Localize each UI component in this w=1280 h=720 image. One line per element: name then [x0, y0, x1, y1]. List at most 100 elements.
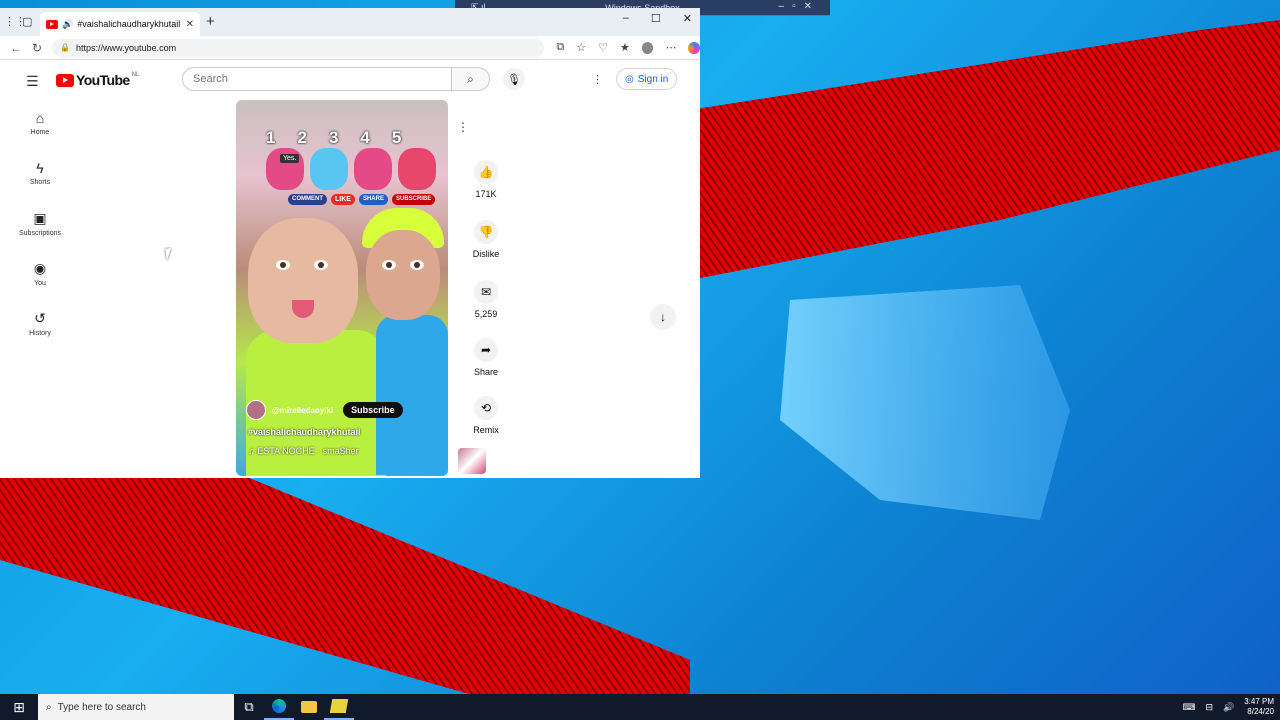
audio-playing-icon[interactable]: 🔊 [62, 19, 73, 30]
countdown-number: 2 [297, 128, 307, 147]
keyboard-icon[interactable]: ⌨ [1182, 702, 1195, 713]
edge-icon [272, 699, 286, 713]
video-frame-eye [314, 260, 328, 270]
search-input[interactable]: Search [182, 67, 452, 91]
sandbox-close-button[interactable]: ✕ [804, 1, 812, 12]
video-more-icon[interactable]: ⋮ [457, 120, 469, 134]
video-hashtag[interactable]: #vaishalichaudharykhutail [248, 427, 361, 437]
account-icon: ◎ [625, 73, 634, 85]
comments-button[interactable]: ✉ 5,259 [456, 280, 516, 319]
sandbox-minimize-button[interactable]: – [779, 1, 785, 12]
menu-icon[interactable]: ☰ [26, 73, 39, 90]
countdown-number: 3 [328, 128, 339, 147]
search-button[interactable]: ⌕ [452, 67, 490, 91]
remix-label: Remix [473, 425, 499, 435]
volume-icon[interactable]: 🔊 [1223, 702, 1234, 713]
shorts-icon: ϟ [36, 160, 44, 176]
music-track[interactable]: ♫ ESTA NOCHE · smaSher [248, 446, 359, 456]
sign-in-label: Sign in [637, 73, 669, 85]
like-count: 171K [475, 189, 497, 199]
countdown-numbers: 1 2 3 4 5 [266, 128, 401, 148]
youtube-header: ☰ YouTube NL Search ⌕ 🎙 ⋮ ◎ Sign in [0, 60, 700, 98]
start-button[interactable]: ⊞ [0, 694, 38, 720]
sandbox-taskbar-button[interactable] [324, 694, 354, 720]
remix-button[interactable]: ⟲ Remix [456, 396, 516, 435]
browser-maximize-button[interactable]: ☐ [651, 12, 661, 25]
extensions-icon[interactable]: ⧉ [556, 41, 564, 54]
like-sticker: LIKE [331, 194, 355, 205]
channel-avatar[interactable] [246, 400, 266, 420]
tab-title: #vaishalichaudharykhutail - [77, 19, 182, 29]
thumbs-up-icon: 👍 [474, 160, 498, 184]
youtube-favicon-icon [46, 19, 58, 29]
new-tab-button[interactable]: + [206, 13, 215, 30]
network-icon[interactable]: ⊟ [1205, 702, 1213, 713]
subscribe-button[interactable]: Subscribe [343, 402, 403, 418]
you-icon: ◉ [33, 260, 47, 276]
sidebar-item-label: Subscriptions [18, 230, 62, 237]
settings-kebab-icon[interactable]: ⋮ [592, 73, 603, 86]
clock-date: 8/24/20 [1247, 707, 1274, 716]
channel-name[interactable]: @mirelledaoyiki [272, 406, 333, 415]
channel-row: @mirelledaoyiki Subscribe [246, 400, 403, 420]
next-short-button[interactable]: ↓ [650, 304, 676, 330]
voice-search-button[interactable]: 🎙 [503, 68, 525, 90]
tab-youtube[interactable]: 🔊 #vaishalichaudharykhutail - ✕ [40, 12, 200, 36]
comment-sticker: COMMENT [288, 194, 327, 205]
yes-tag: Yes. [280, 154, 300, 163]
sidebar-item-shorts[interactable]: ϟ Shorts [0, 160, 80, 186]
share-button[interactable]: ➦ Share [456, 338, 516, 377]
video-frame-face-a [248, 218, 358, 343]
file-explorer-button[interactable] [294, 694, 324, 720]
copilot-icon[interactable] [688, 41, 701, 54]
like-button[interactable]: 👍 171K [456, 160, 516, 199]
subscribe-sticker: SUBSCRIBE [391, 194, 436, 205]
history-icon: ↺ [34, 310, 46, 326]
browser-close-button[interactable]: ✕ [683, 12, 692, 25]
taskbar: ⊞ ⌕ Type here to search ⧉ ⌨ ⊟ 🔊 3:47 PM … [0, 694, 1280, 720]
youtube-play-icon [56, 73, 74, 87]
more-menu-icon[interactable]: ⋯ [665, 41, 676, 54]
video-frame-person-b [376, 315, 448, 475]
url-text: https://www.youtube.com [76, 42, 177, 53]
music-track-label: ESTA NOCHE · smaSher [257, 446, 359, 456]
edge-taskbar-button[interactable] [264, 694, 294, 720]
taskbar-search-placeholder: Type here to search [57, 701, 146, 713]
clock[interactable]: 3:47 PM 8/24/20 [1244, 697, 1274, 717]
countdown-number: 1 [266, 128, 276, 147]
sandbox-restore-button[interactable]: ▫ [792, 1, 796, 12]
address-bar[interactable]: 🔒 https://www.youtube.com [52, 38, 545, 57]
subscriptions-icon: ▣ [33, 210, 47, 226]
music-note-icon: ♫ [248, 446, 255, 456]
workspaces-icon[interactable]: ▢ [22, 15, 32, 28]
tab-strip: ⋮⋮ ▢ 🔊 #vaishalichaudharykhutail - ✕ + –… [0, 8, 700, 36]
refresh-icon[interactable]: ↻ [32, 41, 42, 55]
youtube-logo[interactable]: YouTube NL [56, 72, 139, 88]
sign-in-button[interactable]: ◎ Sign in [616, 68, 678, 90]
sidebar-item-you[interactable]: ◉ You [0, 260, 80, 287]
sidebar-item-label: Home [30, 129, 50, 136]
browser-essentials-icon[interactable]: ♡ [598, 41, 608, 54]
sidebar-item-home[interactable]: ⌂ Home [0, 110, 80, 136]
sidebar-item-history[interactable]: ↺ History [0, 310, 80, 337]
video-frame-eye [276, 260, 290, 270]
browser-minimize-button[interactable]: – [623, 12, 629, 25]
video-stickers: COMMENT LIKE SHARE SUBSCRIBE [288, 194, 436, 205]
back-icon[interactable]: ← [10, 41, 22, 55]
short-video-player[interactable]: Yes. 1 2 3 4 5 COMMENT LIKE SHARE SUBSCR… [236, 100, 448, 476]
favorite-star-icon[interactable]: ☆ [576, 41, 586, 54]
thumbs-down-icon: 👎 [474, 220, 498, 244]
task-view-button[interactable]: ⧉ [234, 694, 264, 720]
profile-avatar[interactable] [641, 41, 654, 54]
dislike-button[interactable]: 👎 Dislike [456, 220, 516, 259]
search-icon: ⌕ [467, 71, 474, 86]
task-view-icon: ⧉ [244, 699, 254, 714]
taskbar-search-input[interactable]: ⌕ Type here to search [38, 694, 234, 720]
sidebar-item-label: You [34, 280, 46, 287]
sidebar-item-subscriptions[interactable]: ▣ Subscriptions [0, 210, 80, 237]
remix-icon: ⟲ [474, 396, 498, 420]
comment-icon: ✉ [474, 280, 498, 304]
audio-source-thumbnail[interactable] [458, 448, 486, 474]
tab-close-icon[interactable]: ✕ [186, 19, 194, 30]
favorites-icon[interactable]: ★ [620, 41, 630, 54]
